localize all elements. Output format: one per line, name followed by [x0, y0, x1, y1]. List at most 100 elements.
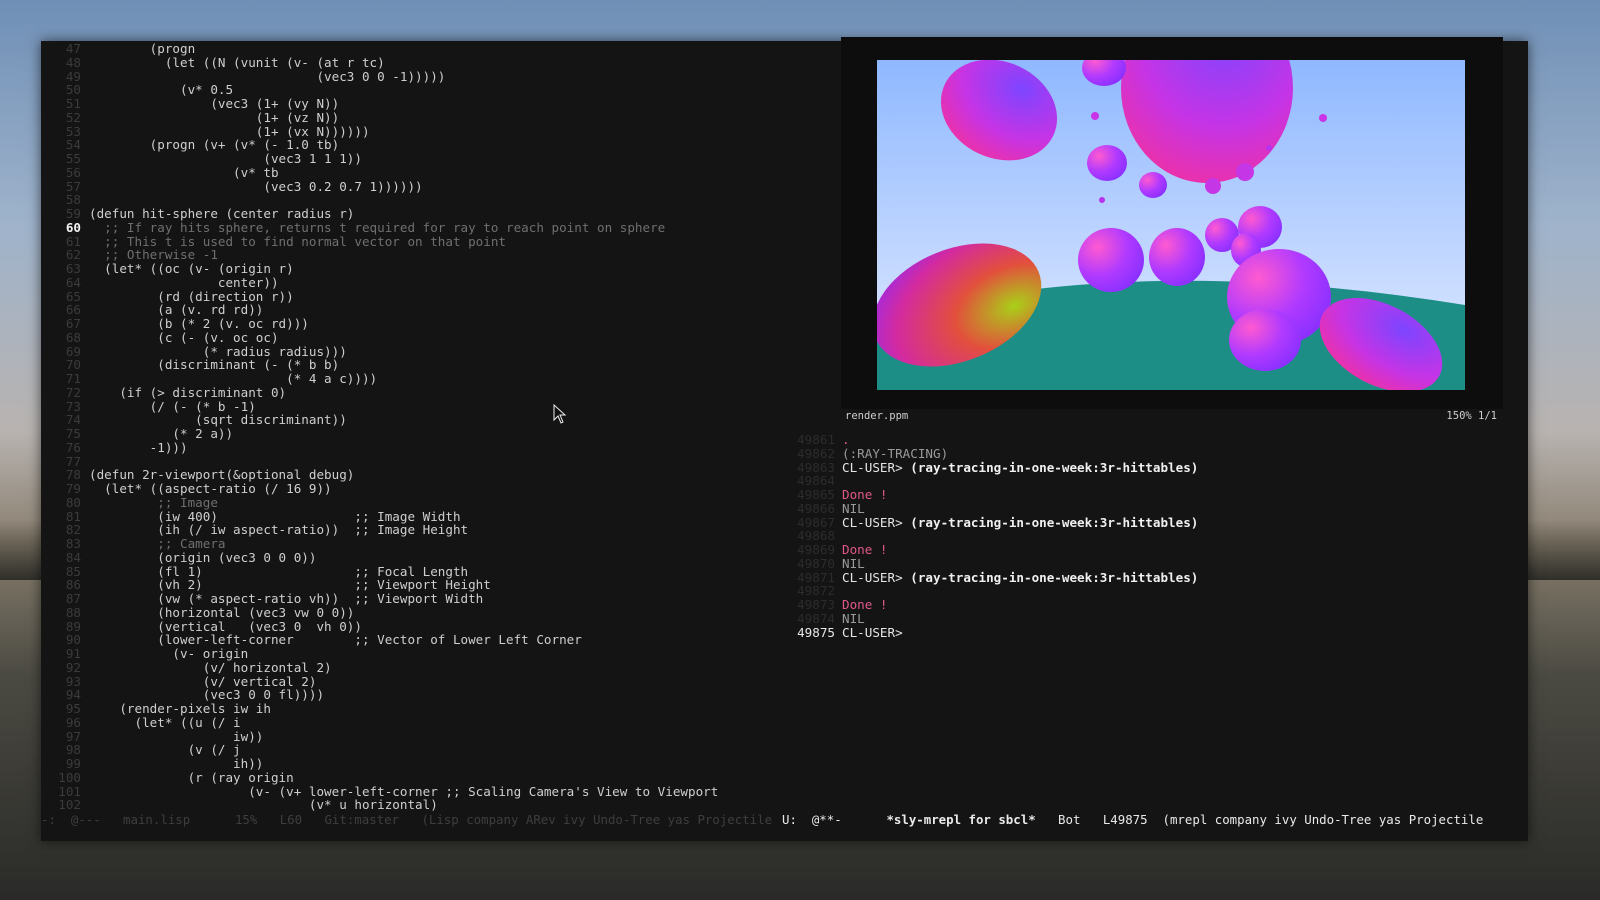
code-line[interactable]: 47 (progn: [41, 42, 782, 56]
code-line[interactable]: 79 (let* ((aspect-ratio (/ 16 9)): [41, 482, 782, 496]
code-text[interactable]: (* radius radius))): [89, 344, 347, 359]
code-text[interactable]: (/ (- (* b -1): [89, 399, 256, 414]
code-text[interactable]: (origin (vec3 0 0 0)): [89, 550, 316, 565]
image-viewer[interactable]: render.ppm 150% 1/1: [841, 37, 1503, 422]
code-line[interactable]: 63 (let* ((oc (v- (origin r): [41, 262, 782, 276]
repl-line[interactable]: 49862 (:RAY-TRACING): [782, 446, 948, 461]
code-line[interactable]: 55 (vec3 1 1 1)): [41, 152, 782, 166]
code-text[interactable]: (let ((N (vunit (v- (at r tc): [89, 55, 385, 70]
code-line[interactable]: 86 (vh 2) ;; Viewport Height: [41, 578, 782, 592]
repl-line[interactable]: 49872: [782, 584, 842, 598]
code-line[interactable]: 90 (lower-left-corner ;; Vector of Lower…: [41, 633, 782, 647]
code-line[interactable]: 65 (rd (direction r)): [41, 289, 782, 304]
code-line[interactable]: 57 (vec3 0.2 0.7 1)))))): [41, 179, 782, 194]
code-line[interactable]: 71 (* 4 a c)))): [41, 372, 782, 386]
repl-line[interactable]: 49868: [782, 529, 842, 543]
code-text[interactable]: (vertical (vec3 0 vh 0)): [89, 619, 362, 634]
code-text[interactable]: (b (* 2 (v. oc rd))): [89, 316, 309, 331]
code-text[interactable]: (if (> discriminant 0): [89, 385, 286, 400]
code-line[interactable]: 100 (r (ray origin: [41, 770, 782, 785]
repl-command[interactable]: (ray-tracing-in-one-week:3r-hittables): [910, 570, 1198, 585]
code-line[interactable]: 64 center)): [41, 275, 782, 290]
code-line[interactable]: 87 (vw (* aspect-ratio vh)) ;; Viewport …: [41, 592, 782, 606]
code-text[interactable]: (v* 0.5: [89, 82, 233, 97]
code-line[interactable]: 96 (let* ((u (/ i: [41, 715, 782, 730]
code-text[interactable]: (ih (/ iw aspect-ratio)) ;; Image Height: [89, 522, 468, 537]
code-line[interactable]: 82 (ih (/ iw aspect-ratio)) ;; Image Hei…: [41, 523, 782, 537]
repl-line[interactable]: 49875 CL-USER>: [782, 625, 903, 640]
code-line[interactable]: 83 ;; Camera: [41, 537, 782, 551]
code-line[interactable]: 60 ;; If ray hits sphere, returns t requ…: [41, 220, 782, 235]
code-line[interactable]: 54 (progn (v+ (v* (- 1.0 tb): [41, 138, 782, 152]
repl-command[interactable]: (ray-tracing-in-one-week:3r-hittables): [910, 460, 1198, 475]
repl-line[interactable]: 49863 CL-USER> (ray-tracing-in-one-week:3…: [782, 460, 1198, 475]
code-line[interactable]: 102 (v* u horizontal): [41, 798, 782, 812]
code-line[interactable]: 58: [41, 193, 782, 207]
code-text[interactable]: (progn (v+ (v* (- 1.0 tb): [89, 137, 340, 152]
code-text[interactable]: (let* ((oc (v- (origin r): [89, 261, 294, 276]
code-text[interactable]: (* 4 a c)))): [89, 371, 377, 386]
code-text[interactable]: (v* tb: [89, 165, 279, 180]
code-line[interactable]: 62 ;; Otherwise -1: [41, 248, 782, 262]
repl-line[interactable]: 49874 NIL: [782, 611, 865, 626]
code-line[interactable]: 85 (fl 1) ;; Focal Length: [41, 564, 782, 579]
code-text[interactable]: (v/ horizontal 2): [89, 660, 332, 675]
code-line[interactable]: 51 (vec3 (1+ (vy N)): [41, 97, 782, 111]
code-text[interactable]: (let* ((aspect-ratio (/ 16 9)): [89, 481, 331, 496]
code-text[interactable]: -1))): [89, 440, 188, 455]
code-line[interactable]: 49 (vec3 0 0 -1))))): [41, 69, 782, 84]
code-text[interactable]: (c (- (v. oc oc): [89, 330, 278, 345]
code-line[interactable]: 95 (render-pixels iw ih: [41, 702, 782, 716]
repl-line[interactable]: 49861.: [782, 433, 850, 447]
code-line[interactable]: 75 (* 2 a)): [41, 427, 782, 441]
code-text[interactable]: (vec3 0 0 fl)))): [89, 687, 324, 702]
repl-line[interactable]: 49873 Done !: [782, 598, 887, 612]
code-line[interactable]: 53 (1+ (vx N)))))): [41, 124, 782, 139]
code-text[interactable]: (* 2 a)): [89, 426, 233, 441]
code-text[interactable]: ;; This t is used to find normal vector …: [89, 234, 506, 249]
code-text[interactable]: (r (ray origin: [89, 770, 294, 785]
code-line[interactable]: 59 (defun hit-sphere (center radius r): [41, 207, 782, 221]
code-line[interactable]: 81 (iw 400) ;; Image Width: [41, 509, 782, 524]
code-line[interactable]: 67 (b (* 2 (v. oc rd))): [41, 317, 782, 331]
code-text[interactable]: (horizontal (vec3 vw 0 0)): [89, 605, 354, 620]
code-text[interactable]: (vh 2) ;; Viewport Height: [89, 577, 491, 592]
repl-line[interactable]: 49866 NIL: [782, 501, 865, 516]
code-line[interactable]: 50 (v* 0.5: [41, 83, 782, 97]
code-line[interactable]: 98 (v (/ j: [41, 743, 782, 757]
code-text[interactable]: (discriminant (- (* b b): [89, 357, 339, 372]
code-text[interactable]: (progn: [89, 41, 196, 56]
code-text[interactable]: (v* u horizontal): [89, 797, 438, 812]
code-text[interactable]: (a (v. rd rd)): [89, 302, 263, 317]
code-line[interactable]: 72 (if (> discriminant 0): [41, 385, 782, 400]
code-text[interactable]: (lower-left-corner ;; Vector of Lower Le…: [89, 632, 582, 647]
code-line[interactable]: 76 -1))): [41, 440, 782, 455]
code-text[interactable]: iw)): [89, 729, 263, 744]
code-line[interactable]: 66 (a (v. rd rd)): [41, 303, 782, 317]
code-line[interactable]: 84 (origin (vec3 0 0 0)): [41, 550, 782, 565]
code-text[interactable]: (vec3 0 0 -1))))): [89, 69, 445, 84]
code-text[interactable]: ;; Camera: [89, 536, 225, 551]
code-line[interactable]: 68 (c (- (v. oc oc): [41, 330, 782, 345]
code-text[interactable]: (v (/ j: [89, 742, 241, 757]
repl-line[interactable]: 49869 Done !: [782, 543, 887, 557]
code-text[interactable]: (vw (* aspect-ratio vh)) ;; Viewport Wid…: [89, 591, 483, 606]
code-text[interactable]: ;; If ray hits sphere, returns t require…: [89, 220, 665, 235]
repl-command[interactable]: (ray-tracing-in-one-week:3r-hittables): [910, 515, 1198, 530]
code-text[interactable]: ih)): [89, 756, 263, 771]
code-text[interactable]: (vec3 0.2 0.7 1)))))): [89, 179, 422, 194]
code-text[interactable]: (rd (direction r)): [89, 289, 293, 304]
code-text[interactable]: (1+ (vx N)))))): [89, 124, 370, 139]
code-line[interactable]: 61 ;; This t is used to find normal vect…: [41, 234, 782, 249]
code-text[interactable]: (fl 1) ;; Focal Length: [89, 564, 468, 579]
code-text[interactable]: (defun 2r-viewport(&optional debug): [89, 467, 354, 482]
code-line[interactable]: 97 iw)): [41, 729, 782, 744]
code-buffer[interactable]: 47 (progn 48 (let ((N (vunit (v- (at r tc…: [41, 42, 782, 812]
code-line[interactable]: 101 (v- (v+ lower-left-corner ;; Scaling…: [41, 784, 782, 799]
code-text[interactable]: (v/ vertical 2): [89, 674, 317, 689]
code-line[interactable]: 91 (v- origin: [41, 647, 782, 661]
repl-line[interactable]: 49865 Done !: [782, 488, 887, 502]
code-line[interactable]: 74 (sqrt discriminant)): [41, 413, 782, 427]
repl-window[interactable]: render.ppm 150% 1/1 49861. 49862 (:RAY-TRA…: [782, 37, 1528, 841]
code-line[interactable]: 99 ih)): [41, 757, 782, 771]
